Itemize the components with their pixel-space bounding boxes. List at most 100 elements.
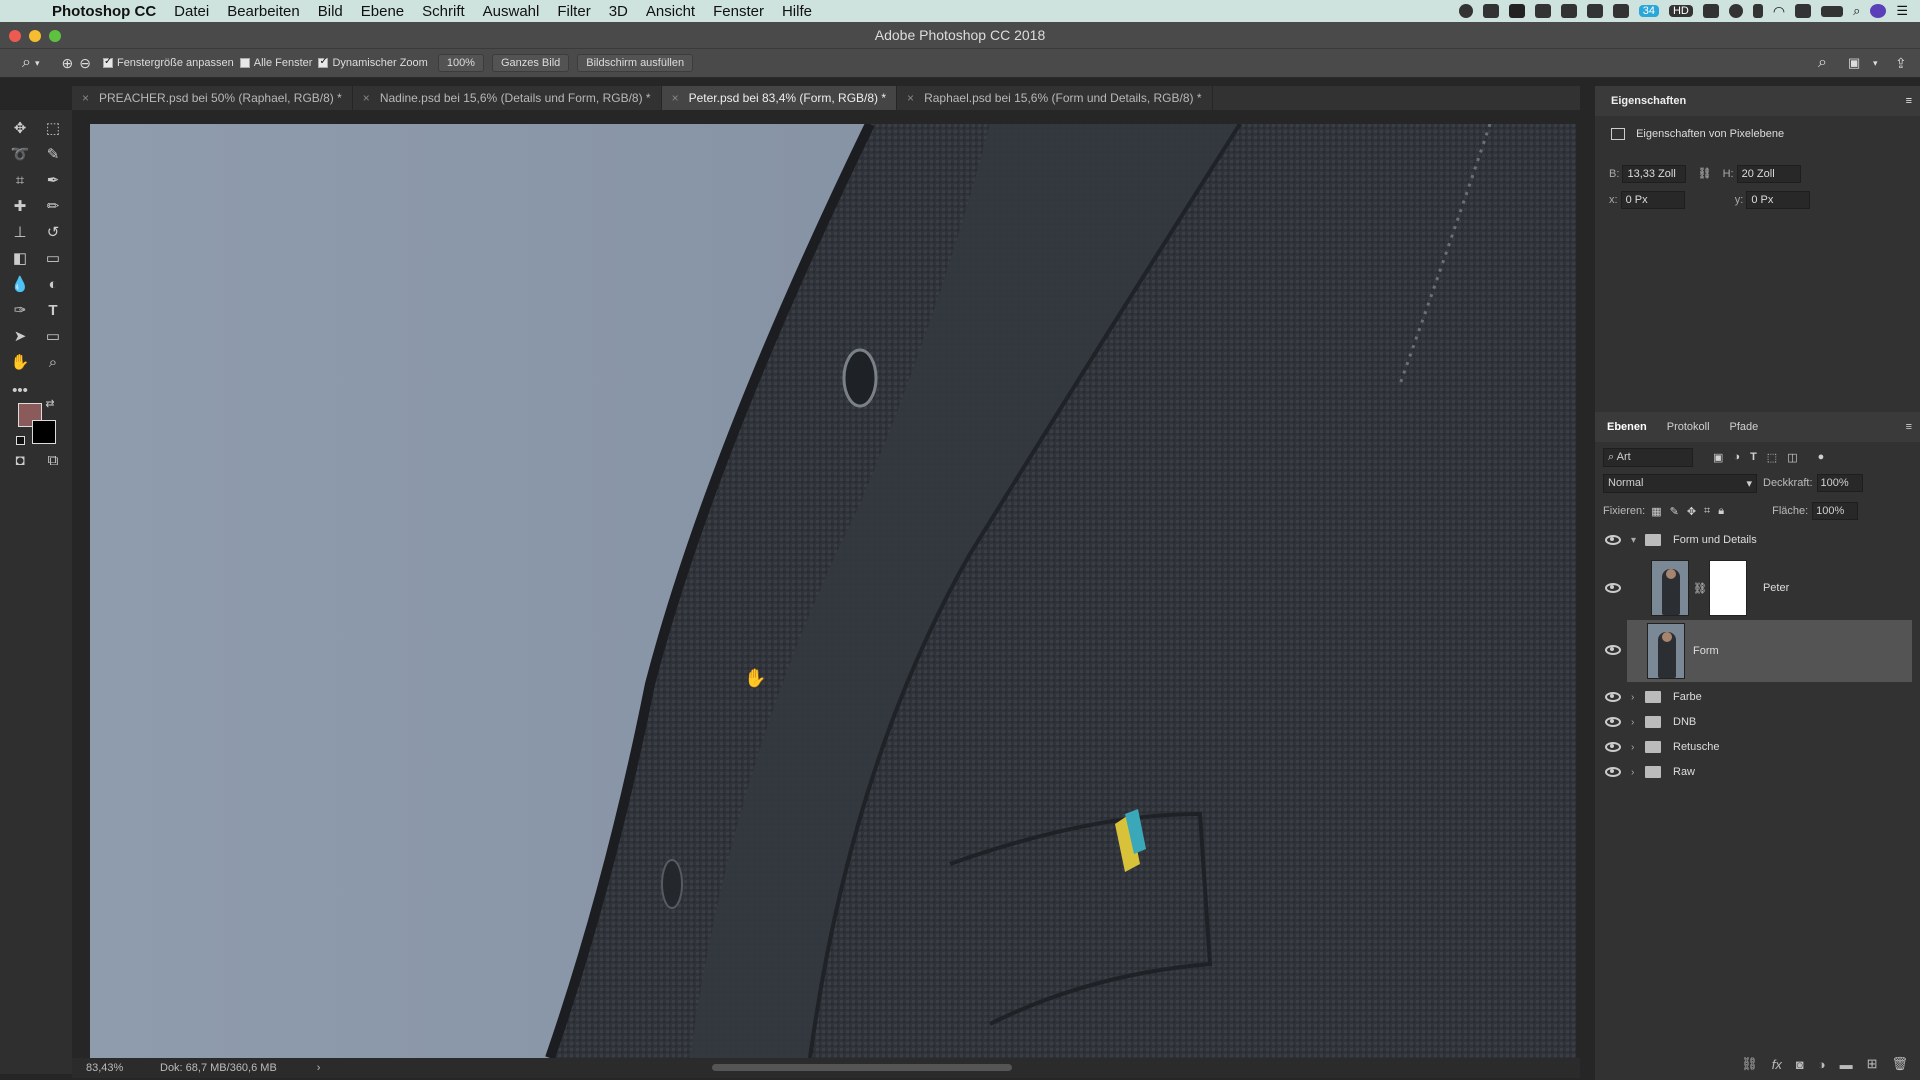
layer-group-farbe[interactable]: › Farbe <box>1595 686 1920 708</box>
group-collapsed-chevron-icon[interactable]: › <box>1631 717 1641 728</box>
notification-center-icon[interactable]: ☰ <box>1896 3 1908 19</box>
lock-all-icon[interactable]: 🔒︎ <box>1718 505 1724 518</box>
menu-filter[interactable]: Filter <box>557 3 590 20</box>
layer-group-raw[interactable]: › Raw <box>1595 761 1920 783</box>
tab-layers[interactable]: Ebenen <box>1607 421 1647 433</box>
visibility-eye-icon[interactable] <box>1605 645 1621 655</box>
layer-group-dnb[interactable]: › DNB <box>1595 711 1920 733</box>
menu-fenster[interactable]: Fenster <box>713 3 764 20</box>
record-icon[interactable] <box>1458 4 1473 18</box>
menu-bearbeiten[interactable]: Bearbeiten <box>227 3 300 20</box>
lock-pixels-icon[interactable]: ✎ <box>1670 505 1679 518</box>
spotlight-icon[interactable]: ⌕ <box>1853 3 1860 19</box>
filter-type-icon[interactable]: T <box>1750 451 1757 463</box>
panel-menu-icon[interactable]: ≡ <box>1906 95 1912 107</box>
menu-hilfe[interactable]: Hilfe <box>782 3 812 20</box>
x-field[interactable]: 0 Px <box>1620 191 1685 209</box>
filter-toggle-icon[interactable]: ● <box>1818 451 1825 463</box>
background-color-swatch[interactable] <box>32 420 56 444</box>
group-collapsed-chevron-icon[interactable]: › <box>1631 692 1641 703</box>
link-layers-icon[interactable]: ⛓ <box>1741 1056 1758 1072</box>
bluetooth-icon[interactable] <box>1752 4 1763 18</box>
hand-tool-icon[interactable]: ✋ <box>9 352 31 374</box>
lasso-tool-icon[interactable]: ➰ <box>9 144 31 166</box>
whole-image-button[interactable]: Ganzes Bild <box>491 54 570 72</box>
menu-schrift[interactable]: Schrift <box>422 3 465 20</box>
evernote-icon[interactable] <box>1560 4 1577 18</box>
layer-group-form-und-details[interactable]: ▾ Form und Details <box>1595 528 1920 552</box>
visibility-eye-icon[interactable] <box>1605 767 1621 777</box>
airplay-icon[interactable] <box>1795 4 1812 18</box>
menu-ebene[interactable]: Ebene <box>361 3 404 20</box>
menu-bild[interactable]: Bild <box>318 3 343 20</box>
filter-pixel-icon[interactable]: ▣ <box>1713 451 1723 464</box>
blur-tool-icon[interactable]: 💧 <box>9 274 31 296</box>
height-field[interactable]: 20 Zoll <box>1736 165 1801 183</box>
eyedropper-tool-icon[interactable]: ✒ <box>42 170 64 192</box>
visibility-eye-icon[interactable] <box>1605 692 1621 702</box>
all-windows-checkbox[interactable] <box>239 58 250 68</box>
close-window-button[interactable] <box>9 30 21 42</box>
filter-adjustment-icon[interactable]: ◑ <box>1733 451 1740 463</box>
filter-shape-icon[interactable]: ⬚ <box>1767 451 1777 464</box>
layer-group-retusche[interactable]: › Retusche <box>1595 736 1920 758</box>
new-group-icon[interactable]: ▬ <box>1840 1057 1853 1072</box>
y-field[interactable]: 0 Px <box>1746 191 1811 209</box>
quick-mask-icon[interactable]: ◘ <box>9 450 31 472</box>
zoom-window-button[interactable] <box>49 30 61 42</box>
fx-icon[interactable]: fx <box>1772 1057 1782 1072</box>
hd-badge[interactable]: HD <box>1668 5 1693 17</box>
swap-colors-icon[interactable]: ⇄ <box>44 398 56 410</box>
pen-tool-icon[interactable]: ✑ <box>9 300 31 322</box>
share-icon[interactable]: ⇪ <box>1895 55 1907 72</box>
zoom-in-icon[interactable]: ⊕ <box>62 55 74 72</box>
visibility-eye-icon[interactable] <box>1605 583 1621 593</box>
sync-icon[interactable] <box>1728 4 1743 18</box>
menu-ansicht[interactable]: Ansicht <box>646 3 695 20</box>
zoom-readout[interactable]: 83,43% <box>86 1062 146 1074</box>
siri-icon[interactable] <box>1870 4 1887 18</box>
group-collapsed-chevron-icon[interactable]: › <box>1631 742 1641 753</box>
layer-thumbnail[interactable] <box>1651 560 1689 616</box>
dodge-tool-icon[interactable]: ◐ <box>42 274 64 296</box>
layer-mask-thumbnail[interactable] <box>1708 560 1747 616</box>
lock-transparency-icon[interactable]: ▦ <box>1651 505 1661 518</box>
healing-brush-tool-icon[interactable]: ✚ <box>9 196 31 218</box>
menu-datei[interactable]: Datei <box>174 3 209 20</box>
lock-artboard-icon[interactable]: ⌗ <box>1704 505 1710 518</box>
blend-mode-select[interactable]: Normal ▾ <box>1603 473 1757 493</box>
brush-tool-icon[interactable]: ✏ <box>42 196 64 218</box>
book-icon[interactable] <box>1612 4 1629 18</box>
workspace-chevron-icon[interactable]: ▾ <box>1873 58 1878 69</box>
tab-nadine[interactable]: × Nadine.psd bei 15,6% (Details und Form,… <box>353 86 662 110</box>
width-field[interactable]: 13,33 Zoll <box>1622 165 1687 183</box>
default-colors-icon[interactable] <box>16 436 25 445</box>
layer-thumbnail[interactable] <box>1647 623 1685 679</box>
type-tool-icon[interactable]: T <box>42 300 64 322</box>
filter-smartobject-icon[interactable]: ◫ <box>1787 451 1797 464</box>
history-brush-tool-icon[interactable]: ↺ <box>42 222 64 244</box>
tab-preacher[interactable]: × PREACHER.psd bei 50% (Raphael, RGB/8) * <box>72 86 353 110</box>
horizontal-scrollbar[interactable] <box>712 1064 1012 1071</box>
new-layer-icon[interactable]: ⊞ <box>1867 1056 1878 1072</box>
display-icon[interactable] <box>1482 4 1499 18</box>
tab-raphael[interactable]: × Raphael.psd bei 15,6% (Form und Details… <box>897 86 1213 110</box>
zoom-out-icon[interactable]: ⊖ <box>79 55 91 72</box>
path-selection-tool-icon[interactable]: ➤ <box>9 326 31 348</box>
link-icon[interactable]: ⛓ <box>1698 167 1712 180</box>
tab-peter[interactable]: × Peter.psd bei 83,4% (Form, RGB/8) * <box>661 86 898 110</box>
visibility-eye-icon[interactable] <box>1605 535 1621 545</box>
gradient-tool-icon[interactable]: ▭ <box>42 248 64 270</box>
menu-3d[interactable]: 3D <box>609 3 628 20</box>
close-tab-icon[interactable]: × <box>363 91 370 105</box>
zoom-100-button[interactable]: 100% <box>437 54 484 72</box>
tab-paths[interactable]: Pfade <box>1730 421 1759 433</box>
menu-app-name[interactable]: Photoshop CC <box>52 3 156 20</box>
group-collapsed-chevron-icon[interactable]: › <box>1631 767 1641 778</box>
cloud-icon[interactable] <box>1534 4 1551 18</box>
group-expanded-chevron-icon[interactable]: ▾ <box>1631 535 1641 546</box>
dynamic-zoom-checkbox[interactable] <box>318 56 329 68</box>
close-tab-icon[interactable]: × <box>82 91 89 105</box>
menu-auswahl[interactable]: Auswahl <box>483 3 540 20</box>
rectangle-tool-icon[interactable]: ▭ <box>42 326 64 348</box>
